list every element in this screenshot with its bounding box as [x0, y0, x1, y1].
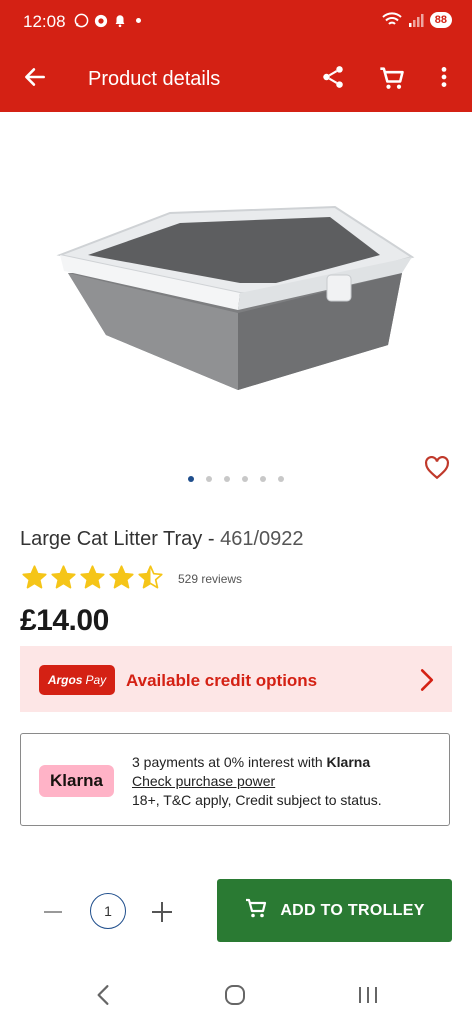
carousel-dot[interactable] — [224, 476, 230, 482]
nav-home-icon[interactable] — [224, 984, 246, 1011]
add-to-trolley-label: ADD TO TROLLEY — [280, 901, 425, 919]
product-code: 461/0922 — [220, 528, 304, 550]
chevron-right-icon — [418, 668, 436, 697]
carousel-dot[interactable] — [188, 476, 194, 482]
trolley-icon — [244, 896, 268, 925]
bell-icon — [115, 15, 125, 28]
cart-icon[interactable] — [378, 64, 406, 97]
argos-pay-logo-bold: Argos — [47, 673, 83, 687]
check-purchase-power-link[interactable]: Check purchase power — [132, 772, 382, 791]
decrease-quantity-button[interactable] — [44, 911, 62, 913]
status-time: 12:08 — [23, 12, 66, 31]
carousel-dot[interactable] — [278, 476, 284, 482]
title-separator: - — [202, 528, 221, 550]
product-name: Large Cat Litter Tray — [20, 528, 203, 550]
star-icon — [109, 565, 134, 589]
credit-options-banner[interactable]: Argos Pay Available credit options — [20, 646, 452, 712]
whatsapp-icon — [74, 13, 89, 28]
rating-stars[interactable] — [21, 564, 164, 591]
product-price: £14.00 — [20, 604, 109, 637]
more-vert-icon[interactable] — [434, 64, 454, 95]
nav-recents-icon[interactable] — [357, 984, 379, 1011]
argos-pay-logo: Argos Pay — [39, 665, 115, 695]
app-bar: Product details — [0, 44, 472, 112]
product-title: Large Cat Litter Tray - 461/0922 — [20, 528, 304, 551]
nav-back-icon[interactable] — [94, 984, 112, 1011]
klarna-line-1-prefix: 3 payments at 0% interest with — [132, 754, 327, 770]
page-title: Product details — [88, 68, 221, 90]
product-image[interactable] — [50, 195, 422, 395]
klarna-box: Klarna 3 payments at 0% interest with Kl… — [20, 733, 450, 826]
carousel-dot[interactable] — [242, 476, 248, 482]
more-notifications-dot — [136, 18, 141, 23]
klarna-line-1-brand: Klarna — [326, 754, 371, 770]
add-to-trolley-button[interactable]: ADD TO TROLLEY — [217, 879, 452, 942]
star-icon — [138, 565, 163, 589]
wifi-icon — [382, 12, 402, 25]
klarna-line-1: 3 payments at 0% interest with Klarna — [132, 753, 382, 772]
klarna-text: 3 payments at 0% interest with Klarna Ch… — [132, 753, 382, 810]
quantity-stepper: 1 — [38, 892, 178, 932]
notification-icons — [74, 13, 141, 28]
klarna-logo: Klarna — [39, 765, 114, 797]
argos-pay-logo-rest: Pay — [85, 673, 107, 687]
review-count[interactable]: 529 reviews — [178, 572, 242, 586]
system-icons: 88 — [382, 12, 452, 28]
credit-options-label: Available credit options — [126, 671, 318, 690]
increase-quantity-button[interactable] — [152, 902, 172, 922]
carousel-dot[interactable] — [260, 476, 266, 482]
status-bar: 12:08 88 — [0, 0, 472, 44]
system-navigation-bar — [0, 966, 472, 1024]
star-icon — [80, 565, 105, 589]
carousel-dot[interactable] — [206, 476, 212, 482]
signal-icon — [408, 14, 424, 27]
star-icon — [51, 565, 76, 589]
back-arrow-icon[interactable] — [22, 64, 48, 95]
image-carousel-dots[interactable] — [188, 476, 284, 482]
klarna-terms: 18+, T&C apply, Credit subject to status… — [132, 792, 382, 808]
heart-icon[interactable] — [424, 455, 450, 485]
chrome-icon — [94, 14, 108, 27]
star-icon — [22, 565, 47, 589]
share-icon[interactable] — [320, 64, 346, 95]
quantity-value[interactable]: 1 — [90, 893, 126, 929]
battery-indicator: 88 — [429, 12, 452, 28]
